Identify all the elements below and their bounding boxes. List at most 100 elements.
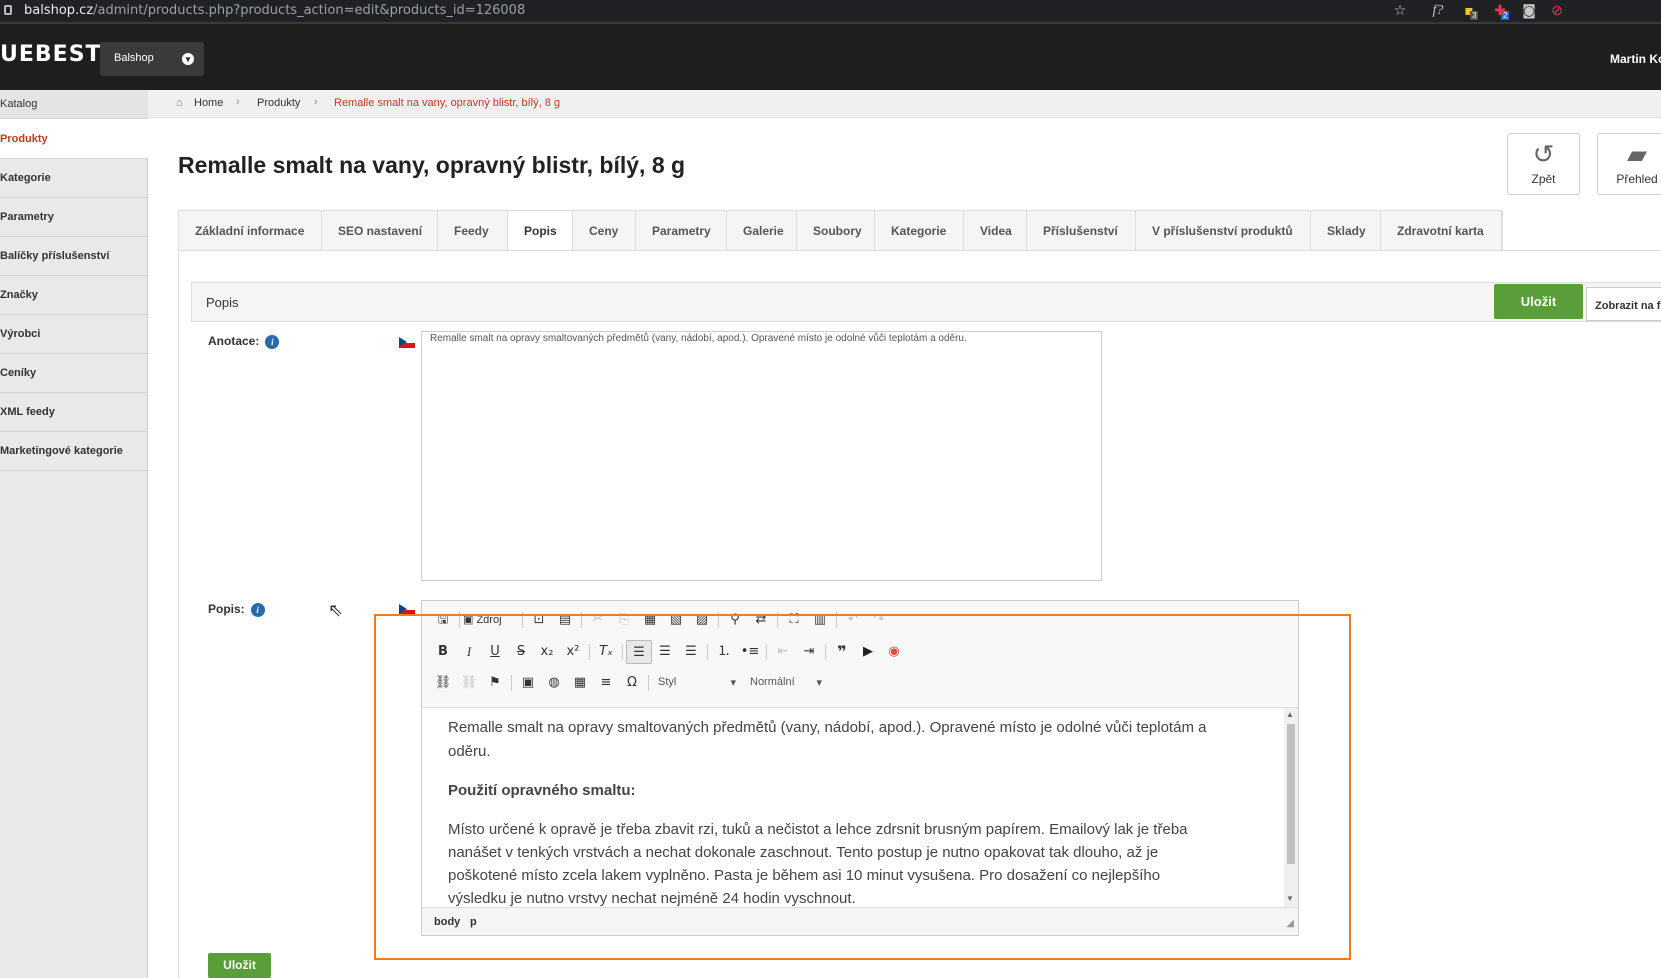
source-button[interactable]: ▣ Zdroj [463, 608, 519, 632]
outdent-icon[interactable]: ⇤ [770, 640, 796, 664]
bulleted-list-icon[interactable]: •≡ [737, 640, 763, 664]
preview-icon[interactable]: ⊡ [526, 608, 552, 632]
templates-icon[interactable]: ▤ [552, 608, 578, 632]
tab-galerie[interactable]: Galerie [727, 211, 797, 251]
bold-icon[interactable]: B [430, 640, 456, 664]
scroll-up-icon[interactable]: ▲ [1286, 710, 1294, 719]
breadcrumb-home[interactable]: Home [194, 97, 223, 109]
save-button[interactable]: Uložit [1494, 284, 1583, 319]
breadcrumb-produkty[interactable]: Produkty [257, 97, 300, 109]
tab-zdravotni-karta[interactable]: Zdravotní karta [1381, 211, 1502, 251]
numbered-list-icon[interactable]: ⒈ [711, 640, 737, 664]
tab-kategorie[interactable]: Kategorie [875, 211, 964, 251]
path-p[interactable]: p [470, 916, 477, 928]
user-name[interactable]: Martin Ko [1610, 52, 1661, 66]
block-extension-icon[interactable]: ⊘ [1548, 2, 1566, 20]
scroll-down-icon[interactable]: ▼ [1286, 894, 1294, 903]
app-logo[interactable]: UEBEST [0, 42, 102, 67]
sidebar-item-xml-feedy[interactable]: XML feedy [0, 393, 148, 432]
blockquote-icon[interactable]: ❞ [829, 640, 855, 664]
breadcrumb-current: Remalle smalt na vany, opravný blistr, b… [334, 97, 561, 109]
shop-switcher[interactable]: Balshop ▾ [100, 42, 204, 76]
fonts-extension-icon[interactable]: f? [1429, 2, 1447, 20]
sidebar-item-produkty[interactable]: Produkty [0, 119, 148, 159]
youtube-icon[interactable]: ▶ [855, 640, 881, 664]
unlink-icon[interactable]: ⛓ [456, 671, 482, 695]
tab-zakladni-informace[interactable]: Základní informace [179, 211, 322, 251]
align-left-icon[interactable]: ☰ [626, 640, 652, 664]
back-button[interactable]: ↺ Zpět [1507, 133, 1580, 195]
italic-icon[interactable]: I [456, 640, 482, 664]
redo-icon[interactable]: ↷ [866, 608, 892, 632]
sidebar-item-ceniky[interactable]: Ceníky [0, 354, 148, 393]
align-center-icon[interactable]: ☰ [652, 640, 678, 664]
paste-word-icon[interactable]: ▨ [689, 608, 715, 632]
content-paragraph: Remalle smalt na opravy smaltovaných pře… [448, 719, 1207, 760]
underline-icon[interactable]: U [482, 640, 508, 664]
sidebar-item-vyrobci[interactable]: Výrobci [0, 315, 148, 354]
save-icon[interactable]: 🖫 [430, 608, 456, 632]
tab-popis[interactable]: Popis [508, 211, 573, 251]
sidebar-item-kategorie[interactable]: Kategorie [0, 159, 148, 198]
breadcrumb: ⌂ Home › Produkty › Remalle smalt na van… [148, 90, 1661, 118]
overview-button[interactable]: ▰ Přehled [1597, 133, 1661, 195]
tab-seo-nastaveni[interactable]: SEO nastavení [322, 211, 438, 251]
description-editor[interactable]: 🖫 ▣ Zdroj ⊡ ▤ ✂ ⎘ ▦ ▧ ▨ ⚲ ⇄ ⛶ ▥ ↶ ↷ B I … [421, 600, 1299, 936]
show-on-web-button[interactable]: Zobrazit na f [1586, 287, 1661, 321]
tab-v-prislusenstvi-produktu[interactable]: V příslušenství produktů [1136, 211, 1311, 251]
cut-icon[interactable]: ✂ [585, 608, 611, 632]
align-right-icon[interactable]: ☰ [678, 640, 704, 664]
scrollbar-thumb[interactable] [1287, 724, 1295, 864]
special-char-icon[interactable]: Ω [619, 671, 645, 695]
tab-soubory[interactable]: Soubory [797, 211, 875, 251]
style-dropdown[interactable]: Styl ▾ [652, 672, 740, 694]
tab-feedy[interactable]: Feedy [438, 211, 508, 251]
paste-text-icon[interactable]: ▧ [663, 608, 689, 632]
bottom-save-button[interactable]: Uložit [208, 953, 271, 978]
subscript-icon[interactable]: x₂ [534, 640, 560, 664]
mouse-cursor-icon: ⇖ [328, 600, 344, 621]
plugin-icon[interactable]: ◉ [881, 640, 907, 664]
tab-videa[interactable]: Videa [964, 211, 1027, 251]
browser-address-bar[interactable]: balshop.cz/admint/products.php?products_… [0, 0, 1661, 22]
info-icon[interactable]: i [265, 334, 280, 349]
select-all-icon[interactable]: ⛶ [781, 608, 807, 632]
tab-prislusenstvi[interactable]: Příslušenství [1027, 211, 1136, 251]
overview-label: Přehled [1616, 172, 1658, 186]
undo-icon[interactable]: ↶ [840, 608, 866, 632]
remove-format-icon[interactable]: Tₓ [593, 640, 619, 664]
home-icon: ⌂ [176, 97, 183, 109]
superscript-icon[interactable]: x² [560, 640, 586, 664]
tab-sklady[interactable]: Sklady [1311, 211, 1381, 251]
info-icon[interactable]: i [250, 602, 265, 617]
format-dropdown[interactable]: Normální ▾ [744, 672, 826, 694]
strikethrough-icon[interactable]: S [508, 640, 534, 664]
resize-handle-icon[interactable]: ◢ [1286, 918, 1294, 929]
paste-icon[interactable]: ▦ [637, 608, 663, 632]
sidebar-item-marketingove-kategorie[interactable]: Marketingové kategorie [0, 432, 148, 471]
anchor-flag-icon[interactable]: ⚑ [482, 671, 508, 695]
image-icon[interactable]: ▣ [515, 671, 541, 695]
sidebar-item-znacky[interactable]: Značky [0, 276, 148, 315]
editor-scrollbar[interactable]: ▲ ▼ [1284, 708, 1298, 907]
tab-ceny[interactable]: Ceny [573, 211, 636, 251]
indent-icon[interactable]: ⇥ [796, 640, 822, 664]
find-icon[interactable]: ⚲ [722, 608, 748, 632]
sidebar-item-katalog[interactable]: Katalog [0, 90, 148, 119]
sidebar-item-parametry[interactable]: Parametry [0, 198, 148, 237]
spellcheck-icon[interactable]: ▥ [807, 608, 833, 632]
camera-extension-icon[interactable]: ◙ [1520, 2, 1538, 20]
star-icon[interactable]: ☆ [1391, 2, 1409, 20]
replace-icon[interactable]: ⇄ [748, 608, 774, 632]
flash-icon[interactable]: ◍ [541, 671, 567, 695]
sidebar-item-balicky[interactable]: Balíčky příslušenství [0, 237, 148, 276]
url-text[interactable]: balshop.cz/admint/products.php?products_… [24, 3, 525, 18]
link-icon[interactable]: ⛓ [430, 671, 456, 695]
tab-parametry[interactable]: Parametry [636, 211, 727, 251]
annotation-textarea[interactable]: Remalle smalt na opravy smaltovaných pře… [421, 331, 1102, 581]
copy-icon[interactable]: ⎘ [611, 608, 637, 632]
path-body[interactable]: body [434, 916, 460, 928]
table-icon[interactable]: ▦ [567, 671, 593, 695]
horizontal-rule-icon[interactable]: ≡ [593, 671, 619, 695]
editor-content[interactable]: Remalle smalt na opravy smaltovaných pře… [422, 707, 1298, 907]
